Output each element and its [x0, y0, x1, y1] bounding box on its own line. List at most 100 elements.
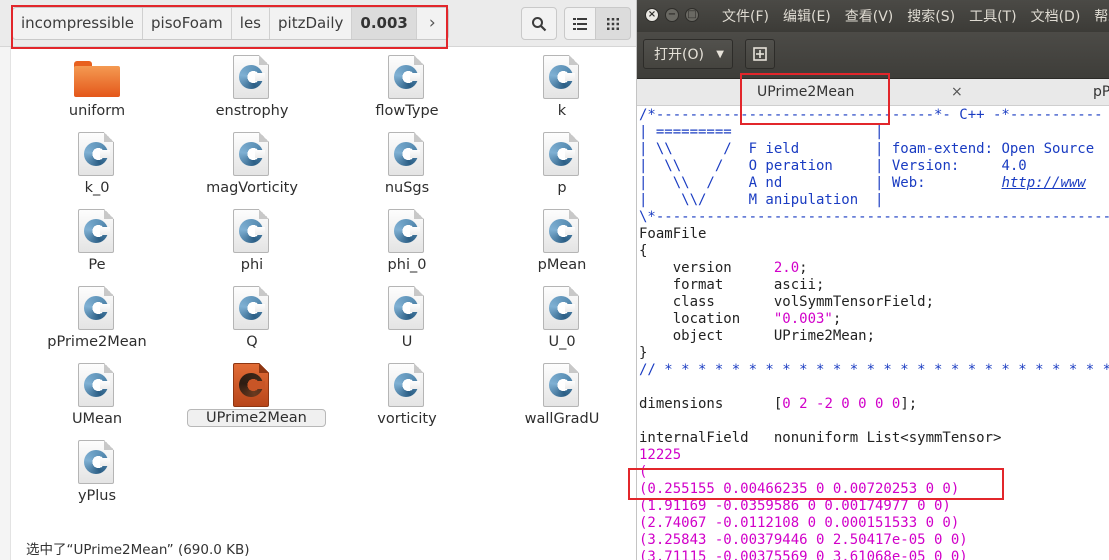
- file-name: wallGradU: [524, 411, 600, 427]
- open-button[interactable]: 打开(O) ▼: [643, 39, 733, 69]
- file-item[interactable]: UMean: [32, 363, 162, 427]
- file-name: k: [557, 103, 567, 119]
- file-item[interactable]: Q: [187, 286, 317, 350]
- search-icon: [532, 16, 547, 31]
- file-item[interactable]: nuSgs: [342, 132, 472, 196]
- code-line: object UPrime2Mean;: [639, 328, 876, 344]
- tab-other[interactable]: pP: [1093, 79, 1109, 105]
- code-line: }: [639, 345, 648, 361]
- code-line: | \\ / O peration |: [639, 158, 892, 174]
- folder-item[interactable]: uniform: [32, 55, 162, 119]
- breadcrumb-item-pisofoam[interactable]: pisoFoam: [143, 8, 232, 39]
- file-item[interactable]: UPrime2Mean: [187, 363, 326, 427]
- file-item[interactable]: flowType: [342, 55, 472, 119]
- menu-documents[interactable]: 文档(D): [1024, 0, 1088, 32]
- text-file-icon: [233, 286, 271, 330]
- code-line: | ========= |: [639, 124, 884, 140]
- web-link[interactable]: http://www: [1001, 175, 1085, 191]
- code-line: internalField nonuniform List<symmTensor…: [639, 430, 1002, 446]
- maximize-window-button[interactable]: □: [685, 8, 699, 22]
- menu-edit[interactable]: 编辑(E): [776, 0, 838, 32]
- chevron-down-icon: ▼: [716, 49, 724, 60]
- new-document-button[interactable]: [745, 39, 775, 69]
- breadcrumb-item-pitzdaily[interactable]: pitzDaily: [270, 8, 353, 39]
- file-name: phi: [240, 257, 264, 273]
- menu-bar: 文件(F) 编辑(E) 查看(V) 搜索(S) 工具(T) 文档(D) 帮助(H…: [715, 0, 1109, 32]
- editor-title-bar: × − □ 文件(F) 编辑(E) 查看(V) 搜索(S) 工具(T) 文档(D…: [637, 0, 1109, 32]
- minimize-window-button[interactable]: −: [665, 8, 679, 22]
- code-line: /*---------------------------------*- C+…: [639, 107, 1103, 123]
- code-line: | \\ / A nd |: [639, 175, 892, 191]
- file-item[interactable]: pPrime2Mean: [32, 286, 162, 350]
- code-editor[interactable]: /*---------------------------------*- C+…: [639, 107, 1109, 560]
- menu-help[interactable]: 帮助(H): [1087, 0, 1109, 32]
- menu-search[interactable]: 搜索(S): [900, 0, 962, 32]
- open-button-label: 打开(O): [654, 47, 704, 63]
- sidebar-edge: [0, 47, 11, 560]
- code-line: ;: [799, 260, 808, 276]
- file-item[interactable]: yPlus: [32, 440, 162, 504]
- file-item[interactable]: enstrophy: [187, 55, 317, 119]
- tab-bar: UPrime2Mean × pP: [637, 79, 1109, 106]
- menu-file[interactable]: 文件(F): [715, 0, 776, 32]
- data-row: (3.25843 -0.00379446 0 2.50417e-05 0 0): [639, 532, 968, 548]
- text-file-icon: [543, 132, 581, 176]
- code-line: dimensions [: [639, 396, 783, 412]
- file-item[interactable]: k: [497, 55, 627, 119]
- menu-view[interactable]: 查看(V): [838, 0, 901, 32]
- text-file-icon: [388, 363, 426, 407]
- text-file-icon: [543, 363, 581, 407]
- breadcrumb-item-current[interactable]: 0.003: [352, 8, 417, 39]
- text-file-icon: [78, 209, 116, 253]
- file-name: phi_0: [387, 257, 427, 273]
- text-file-icon: [78, 286, 116, 330]
- file-item[interactable]: U_0: [497, 286, 627, 350]
- file-name: magVorticity: [206, 180, 298, 196]
- text-editor-window: × − □ 文件(F) 编辑(E) 查看(V) 搜索(S) 工具(T) 文档(D…: [636, 0, 1109, 560]
- status-bar-text: 选中了“UPrime2Mean” (690.0 KB): [26, 542, 250, 558]
- file-name: uniform: [68, 103, 126, 119]
- code-line: ];: [900, 396, 918, 412]
- file-name: U_0: [548, 334, 576, 350]
- file-name: enstrophy: [215, 103, 289, 119]
- file-item[interactable]: p: [497, 132, 627, 196]
- breadcrumb-forward-button[interactable]: ›: [417, 8, 448, 39]
- search-button[interactable]: [521, 7, 557, 40]
- file-item[interactable]: pMean: [497, 209, 627, 273]
- breadcrumb-item-les[interactable]: les: [232, 8, 270, 39]
- data-row: (1.91169 -0.0359586 0 0.00174977 0 0): [639, 498, 951, 514]
- file-item[interactable]: vorticity: [342, 363, 472, 427]
- code-value: "0.003": [773, 311, 833, 327]
- code-line: \*--------------------------------------…: [639, 209, 1109, 225]
- data-row: (0.255155 0.00466235 0 0.00720253 0 0): [639, 481, 960, 497]
- file-item[interactable]: U: [342, 286, 472, 350]
- code-value: 2.0: [773, 260, 800, 276]
- list-view-button[interactable]: [564, 7, 596, 40]
- new-document-icon: [753, 47, 767, 61]
- code-line: | \\ / F ield |: [639, 141, 892, 157]
- code-line: version: [639, 260, 774, 276]
- code-value: 12225: [639, 447, 682, 463]
- file-item[interactable]: magVorticity: [187, 132, 317, 196]
- menu-tools[interactable]: 工具(T): [962, 0, 1023, 32]
- file-item[interactable]: Pe: [32, 209, 162, 273]
- text-file-icon: [233, 55, 271, 99]
- text-file-icon: [78, 363, 116, 407]
- text-file-icon: [388, 209, 426, 253]
- file-name: flowType: [375, 103, 439, 119]
- grid-view-button[interactable]: [595, 7, 631, 40]
- close-window-button[interactable]: ×: [645, 8, 659, 22]
- file-item[interactable]: k_0: [32, 132, 162, 196]
- text-file-icon: [78, 132, 116, 176]
- file-name: k_0: [84, 180, 110, 196]
- file-item[interactable]: phi_0: [342, 209, 472, 273]
- file-item[interactable]: wallGradU: [497, 363, 627, 427]
- tab-uprime2mean[interactable]: UPrime2Mean: [757, 79, 854, 105]
- breadcrumb: incompressible pisoFoam les pitzDaily 0.…: [12, 7, 449, 40]
- list-view-icon: [573, 17, 587, 30]
- breadcrumb-item-incompressible[interactable]: incompressible: [13, 8, 144, 39]
- file-item[interactable]: phi: [187, 209, 317, 273]
- text-file-icon: [388, 132, 426, 176]
- code-line: // * * * * * * * * * * * * * * * * * * *…: [639, 362, 1109, 378]
- tab-close-icon[interactable]: ×: [951, 79, 963, 105]
